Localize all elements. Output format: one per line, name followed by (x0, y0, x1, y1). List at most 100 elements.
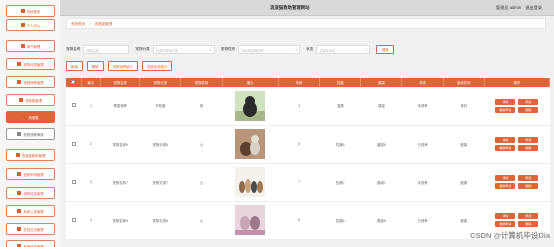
sidebar-item-2[interactable]: 个人中心 (6, 19, 55, 31)
menu-icon (17, 172, 22, 176)
pet-category-select[interactable]: 请选择宠物分类 (152, 44, 215, 54)
filter-bar: 宠物名称 宠物名称 宠物分类 请选择宠物分类 宠物性别 请选择宠物性别 状态 请… (66, 42, 395, 56)
operations-cell: 详情 修改 救助申请 删除 (484, 163, 550, 202)
apply-button[interactable]: 救助申请 (495, 106, 516, 113)
menu-icon (17, 132, 22, 136)
pet-image-cell (222, 125, 279, 164)
cell-age: 6 (278, 125, 320, 164)
row-checkbox[interactable] (71, 141, 76, 146)
cell-health: 健康7 (360, 163, 402, 202)
row-delete-button[interactable]: 删除 (518, 145, 539, 151)
sidebar-item-5[interactable]: 宠物领养管理 (6, 76, 55, 88)
sidebar-item-label: 个人中心 (26, 23, 41, 28)
cell-gender: 公 (180, 201, 223, 240)
sidebar-item-7[interactable]: 流浪猫 (6, 111, 55, 123)
stray-stats-button[interactable]: 流浪状态统计 (141, 61, 173, 71)
operations-cell: 详情 修改 救助申请 删除 (484, 125, 550, 164)
cell-health: 健康 (360, 87, 402, 126)
row-delete-button[interactable]: 删除 (518, 106, 539, 113)
cell-body: 健康 (443, 125, 485, 164)
sidebar: 系统首页个人中心用户管理宠物分类管理 宠物领养管理 流浪猫管理流浪猫宠物领养审核流浪… (0, 0, 60, 247)
cell-index: 4 (81, 201, 101, 240)
row-checkbox[interactable] (71, 103, 76, 108)
sidebar-item-3[interactable]: 用户管理 (6, 40, 55, 52)
row-delete-button[interactable]: 删除 (518, 221, 539, 227)
edit-button[interactable]: 修改 (518, 98, 539, 105)
adoption-stats-button[interactable]: 宠物领养统计 (107, 61, 138, 71)
cell-name: 宠物名称8 (100, 201, 140, 240)
column-header: 宠物性别 (180, 78, 223, 87)
menu-icon (20, 23, 25, 27)
sidebar-item-12[interactable]: 系统公告管理 (6, 205, 55, 217)
row-delete-button[interactable]: 删除 (518, 183, 539, 189)
detail-button[interactable]: 详情 (495, 137, 516, 143)
pet-name-input[interactable]: 宠物名称 (83, 44, 130, 54)
breadcrumb-home[interactable]: 系统首页 (71, 22, 85, 26)
row-select-cell (66, 201, 82, 240)
sidebar-item-label: 系统公告管理 (23, 209, 44, 214)
column-header: 宠物分类 (139, 78, 182, 87)
main-content: 系统首页 / 流浪猫管理 宠物名称 宠物名称 宠物分类 请选择宠物分类 宠物性别… (62, 16, 554, 247)
detail-button[interactable]: 详情 (495, 175, 516, 181)
menu-icon (17, 227, 22, 231)
column-header: 索引 (81, 78, 102, 87)
logout-link[interactable]: 退出登录 (525, 5, 542, 10)
cell-body: 健康 (443, 163, 485, 202)
cell-health: 健康6 (360, 125, 402, 164)
detail-button[interactable]: 详情 (495, 213, 516, 219)
table-header-row: 索引 宠物名称 宠物分类 宠物性别 图片 年龄 性格 健康 状态 身体状况 操作 (66, 78, 551, 87)
sidebar-item-8[interactable]: 宠物领养审核 (6, 128, 55, 140)
row-checkbox[interactable] (71, 217, 76, 222)
sidebar-item-10[interactable]: 送养申请管理 (6, 168, 55, 180)
pet-gender-select[interactable]: 请选择宠物性别 (238, 44, 301, 54)
cat-photo (235, 129, 266, 159)
search-button[interactable]: 搜索 (376, 44, 395, 54)
pet-image-cell (222, 201, 279, 240)
edit-button[interactable]: 修改 (518, 213, 539, 219)
sidebar-item-14[interactable]: 系统信息管理 (6, 240, 55, 247)
status-label: 状态 (306, 46, 314, 51)
edit-button[interactable]: 修改 (518, 137, 539, 143)
action-bar: 新增 删除 宠物领养统计 流浪状态统计 (66, 61, 173, 71)
sidebar-item-label: 流浪猫 (28, 115, 39, 120)
cell-name: 宠物名称6 (100, 125, 140, 164)
sidebar-item-label: 流浪猫救助管理 (21, 153, 46, 158)
column-header: 图片 (222, 78, 279, 87)
add-button[interactable]: 新增 (66, 61, 83, 71)
cat-photo (235, 90, 266, 121)
cell-character: 温顺 (319, 87, 361, 126)
apply-button[interactable]: 救助申请 (495, 183, 516, 189)
sidebar-item-6[interactable]: 流浪猫管理 (6, 94, 55, 106)
cell-index: 1 (81, 87, 101, 126)
apply-button[interactable]: 救助申请 (495, 145, 516, 151)
cell-gender: 母 (180, 87, 223, 126)
sidebar-item-1[interactable]: 系统首页 (6, 5, 55, 17)
status-select[interactable]: 请选择状态 (316, 44, 371, 54)
cell-category: 不知道 (139, 87, 181, 126)
apply-button[interactable]: 救助申请 (495, 221, 516, 227)
pet-category-label: 宠物分类 (135, 46, 150, 51)
select-all-checkbox[interactable] (71, 80, 76, 84)
cell-index: 2 (81, 125, 101, 164)
sidebar-item-9[interactable]: 流浪猫救助管理 (6, 149, 55, 161)
cell-status: 已领养 (401, 201, 444, 240)
cell-category: 宠物分类6 (139, 125, 181, 164)
cat-photo (235, 167, 266, 197)
menu-icon (22, 115, 27, 119)
pet-image-cell (222, 87, 279, 126)
row-checkbox[interactable] (71, 179, 76, 184)
sidebar-item-4[interactable]: 宠物分类管理 (6, 58, 55, 70)
sidebar-item-13[interactable]: 在线交流管理 (6, 223, 55, 235)
menu-icon (17, 62, 22, 66)
detail-button[interactable]: 详情 (495, 98, 516, 105)
cell-index: 3 (81, 163, 101, 202)
cat-photo (235, 205, 266, 235)
cell-category: 宠物分类7 (139, 163, 181, 202)
sidebar-item-label: 系统信息管理 (23, 244, 44, 247)
edit-button[interactable]: 修改 (518, 175, 539, 181)
row-select-cell (66, 163, 82, 202)
select-all-header[interactable] (66, 78, 82, 87)
delete-button[interactable]: 删除 (86, 61, 104, 71)
sidebar-item-11[interactable]: 领养信息管理 (6, 187, 55, 199)
sidebar-item-label: 送养申请管理 (23, 172, 44, 177)
